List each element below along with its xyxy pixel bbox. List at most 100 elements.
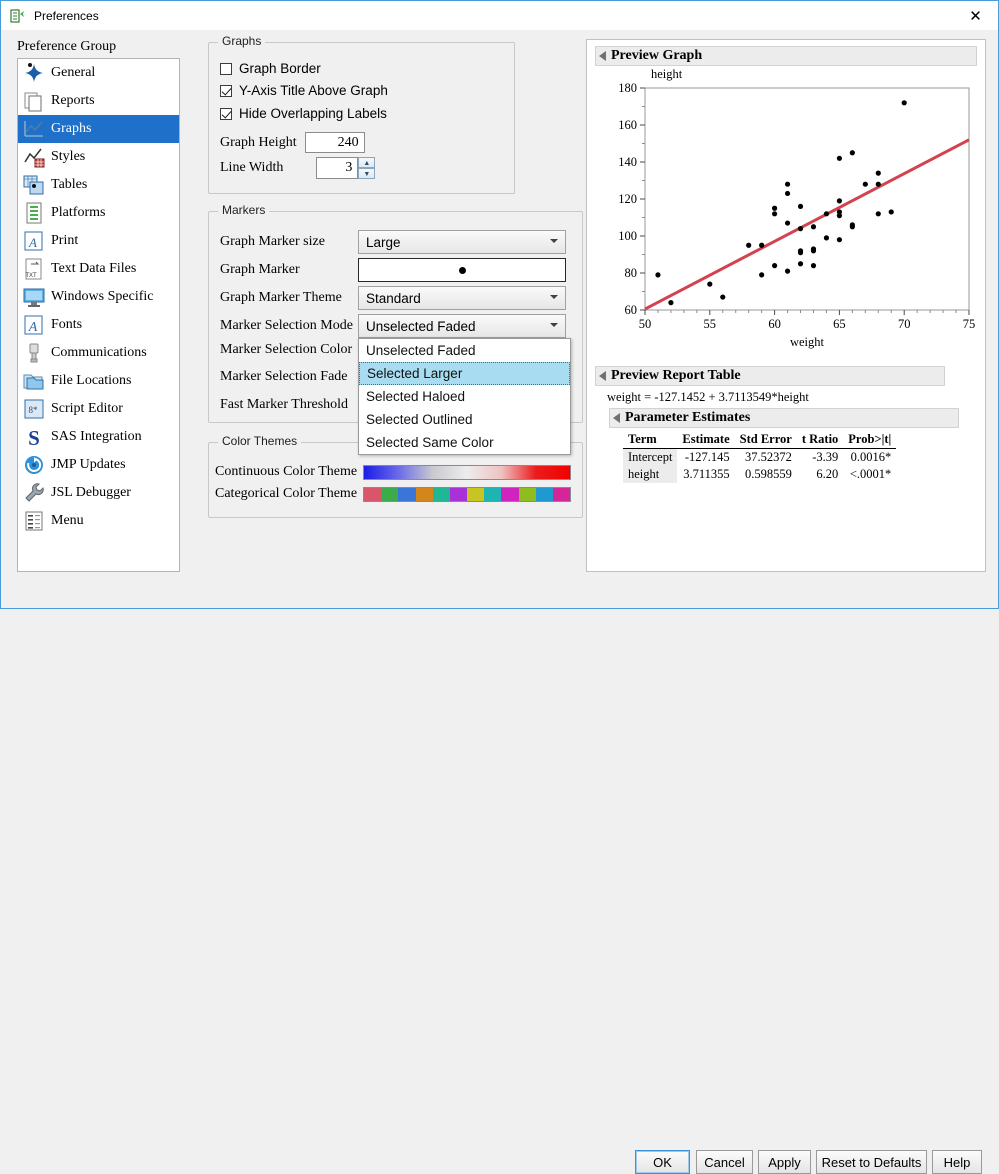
markers-group-title: Markers xyxy=(218,203,270,217)
svg-text:TXT: TXT xyxy=(25,273,37,279)
sidebar-item-jmp-updates[interactable]: JMP Updates xyxy=(18,451,179,479)
sidebar-item-label: Graphs xyxy=(51,121,92,136)
preference-group-list[interactable]: General Reports Graphs Styles Tables Pla… xyxy=(17,58,180,572)
scatter-point xyxy=(836,155,842,161)
ok-button[interactable]: OK xyxy=(635,1150,690,1174)
scatter-point xyxy=(759,272,765,278)
preview-graph-header[interactable]: Preview Graph xyxy=(595,46,977,66)
sidebar-item-communications[interactable]: Communications xyxy=(18,339,179,367)
sidebar-item-reports[interactable]: Reports xyxy=(18,87,179,115)
sidebar-item-label: Text Data Files xyxy=(51,261,137,276)
cancel-button[interactable]: Cancel xyxy=(696,1150,753,1174)
collapse-triangle-icon[interactable] xyxy=(613,413,620,423)
checkbox-box[interactable] xyxy=(220,62,232,75)
stepper-up-icon[interactable]: ▲ xyxy=(358,157,376,168)
marker-selection-mode-dropdown[interactable]: Unselected Faded Selected Larger Selecte… xyxy=(358,338,571,455)
collapse-triangle-icon[interactable] xyxy=(599,371,606,381)
sidebar-item-fonts[interactable]: A Fonts xyxy=(18,311,179,339)
preview-panel: Preview Graph height 60 80 100 120 140 160 180 5… xyxy=(586,39,986,572)
sidebar-item-label: SAS Integration xyxy=(51,429,142,444)
usb-plug-icon xyxy=(22,341,46,365)
help-button[interactable]: Help xyxy=(932,1150,982,1174)
continuous-color-theme-row: Continuous Color Theme xyxy=(215,464,571,480)
checkbox-y-axis-title-above-graph[interactable]: Y-Axis Title Above Graph xyxy=(220,83,388,98)
sidebar-item-menu[interactable]: Menu xyxy=(18,507,179,535)
sidebar-item-graphs[interactable]: Graphs xyxy=(18,115,179,143)
regression-equation: weight = -127.1452 + 3.7113549*height xyxy=(607,390,809,404)
checkbox-label: Y-Axis Title Above Graph xyxy=(239,83,388,98)
graph-marker-theme-select[interactable]: Standard xyxy=(358,286,566,310)
sidebar-item-general[interactable]: General xyxy=(18,59,179,87)
graph-height-input[interactable]: 240 xyxy=(304,132,365,153)
sidebar-item-platforms[interactable]: Platforms xyxy=(18,199,179,227)
star-burst-icon xyxy=(22,61,46,85)
stepper-down-icon[interactable]: ▼ xyxy=(358,168,376,179)
sidebar-item-sas-integration[interactable]: S SAS Integration xyxy=(18,423,179,451)
menu-list-icon xyxy=(22,509,46,533)
categorical-color-chip xyxy=(398,487,416,501)
marker-selection-mode-select[interactable]: Unselected Faded xyxy=(358,314,566,338)
marker-selection-mode-label: Marker Selection Mode xyxy=(220,318,353,333)
categorical-color-theme-row: Categorical Color Theme xyxy=(215,486,571,502)
scatter-point xyxy=(746,242,752,248)
svg-text:A: A xyxy=(28,320,38,335)
chevron-down-icon xyxy=(550,239,558,243)
sidebar-item-windows-specific[interactable]: Windows Specific xyxy=(18,283,179,311)
script-editor-icon: 8* xyxy=(22,397,46,421)
checkbox-hide-overlapping-labels[interactable]: Hide Overlapping Labels xyxy=(220,106,387,121)
plot-area xyxy=(644,87,970,311)
page-list-icon xyxy=(22,201,46,225)
checkbox-graph-border[interactable]: Graph Border xyxy=(220,61,321,76)
refresh-circle-icon xyxy=(22,453,46,477)
sidebar-item-jsl-debugger[interactable]: JSL Debugger xyxy=(18,479,179,507)
sidebar-item-file-locations[interactable]: File Locations xyxy=(18,367,179,395)
scatter-point xyxy=(784,268,791,274)
dropdown-option-unselected-faded[interactable]: Unselected Faded xyxy=(359,339,570,362)
parameter-estimates-table: Term Estimate Std Error t Ratio Prob>|t|… xyxy=(623,431,897,483)
sidebar-item-tables[interactable]: Tables xyxy=(18,171,179,199)
scatter-point xyxy=(823,211,830,217)
title-bar: Preferences ✕ xyxy=(1,1,998,30)
reset-to-defaults-button[interactable]: Reset to Defaults xyxy=(816,1150,927,1174)
checkbox-box[interactable] xyxy=(220,84,232,97)
graph-marker-preview[interactable] xyxy=(358,258,566,282)
sidebar-item-script-editor[interactable]: 8* Script Editor xyxy=(18,395,179,423)
preferences-window: Preferences ✕ Preference Group General R… xyxy=(0,0,999,1174)
sidebar-item-text-data-files[interactable]: TXT Text Data Files xyxy=(18,255,179,283)
y-tick-label: 80 xyxy=(625,266,638,280)
marker-selection-fade-row: Marker Selection Fade xyxy=(220,369,358,385)
line-width-input[interactable]: 3 xyxy=(316,157,359,179)
categorical-color-theme-swatch[interactable] xyxy=(363,486,571,502)
graph-marker-size-label: Graph Marker size xyxy=(220,234,325,249)
scatter-point xyxy=(772,263,778,269)
svg-text:8*: 8* xyxy=(29,405,39,415)
cell-std-error: 0.598559 xyxy=(744,467,792,481)
dropdown-option-selected-same-color[interactable]: Selected Same Color xyxy=(359,431,570,454)
scatter-point xyxy=(797,203,804,209)
preview-report-table-header[interactable]: Preview Report Table xyxy=(595,366,945,386)
apply-button[interactable]: Apply xyxy=(758,1150,811,1174)
y-tick-label: 160 xyxy=(618,118,637,132)
scatter-point xyxy=(810,263,817,269)
table-row: Intercept -127.145 37.52372 -3.39 0.0016… xyxy=(623,448,896,466)
sidebar-item-print[interactable]: A Print xyxy=(18,227,179,255)
close-icon[interactable]: ✕ xyxy=(953,1,998,30)
marker-selection-color-row: Marker Selection Color xyxy=(220,342,358,358)
documents-icon xyxy=(22,89,46,113)
graph-marker-size-select[interactable]: Large xyxy=(358,230,566,254)
print-page-icon: A xyxy=(22,229,46,253)
parameter-estimates-header[interactable]: Parameter Estimates xyxy=(609,408,959,428)
cell-std-error: 37.52372 xyxy=(744,450,792,464)
x-tick-label: 70 xyxy=(898,317,911,331)
dropdown-option-selected-haloed[interactable]: Selected Haloed xyxy=(359,385,570,408)
continuous-color-theme-swatch[interactable] xyxy=(363,464,571,480)
y-tick-label: 60 xyxy=(625,303,638,317)
dropdown-option-selected-outlined[interactable]: Selected Outlined xyxy=(359,408,570,431)
checkbox-box[interactable] xyxy=(220,107,232,120)
line-width-stepper[interactable]: ▲ ▼ xyxy=(358,157,376,179)
sidebar-item-label: Windows Specific xyxy=(51,289,154,304)
dropdown-option-selected-larger[interactable]: Selected Larger xyxy=(359,362,570,385)
collapse-triangle-icon[interactable] xyxy=(599,51,606,61)
sidebar-item-styles[interactable]: Styles xyxy=(18,143,179,171)
categorical-color-chip xyxy=(518,487,536,501)
